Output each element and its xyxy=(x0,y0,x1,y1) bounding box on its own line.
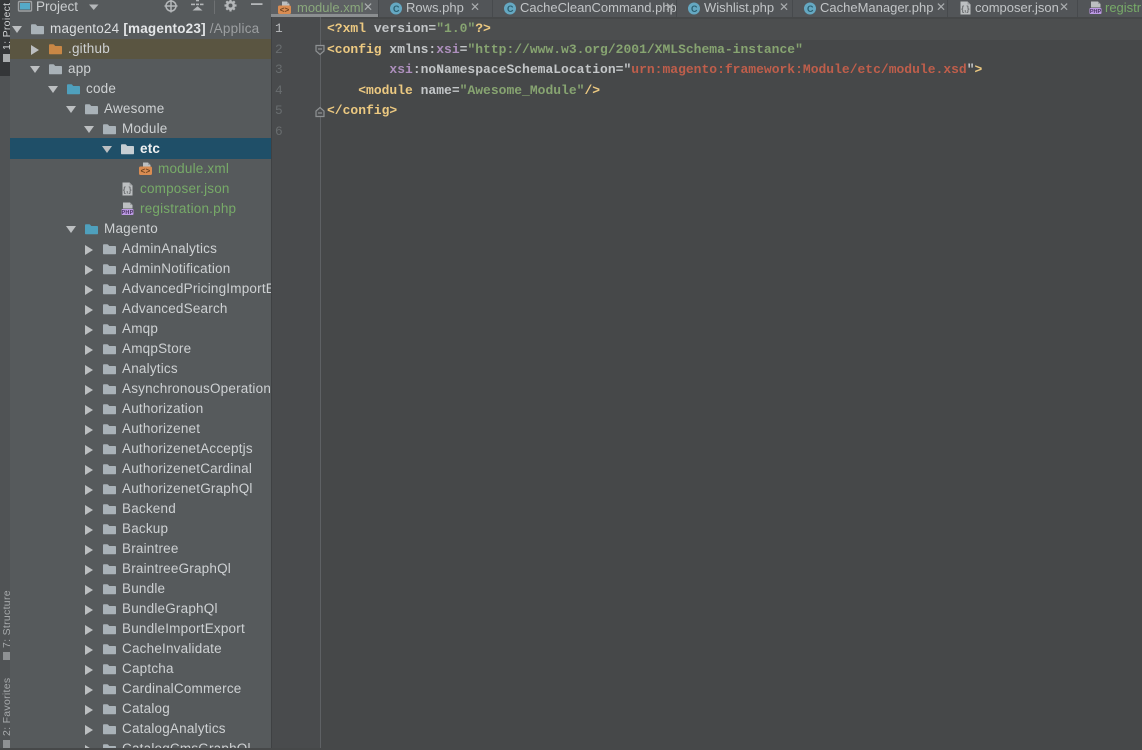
svg-text:{,}: {,} xyxy=(123,186,132,195)
svg-text:C: C xyxy=(807,4,814,14)
svg-text:C: C xyxy=(393,4,400,14)
svg-text:{,}: {,} xyxy=(961,5,969,14)
svg-text:PHP: PHP xyxy=(122,210,134,216)
svg-text:<>: <> xyxy=(140,168,150,177)
svg-text:C: C xyxy=(507,4,514,14)
svg-text:PHP: PHP xyxy=(1090,9,1102,15)
svg-text:C: C xyxy=(691,4,698,14)
